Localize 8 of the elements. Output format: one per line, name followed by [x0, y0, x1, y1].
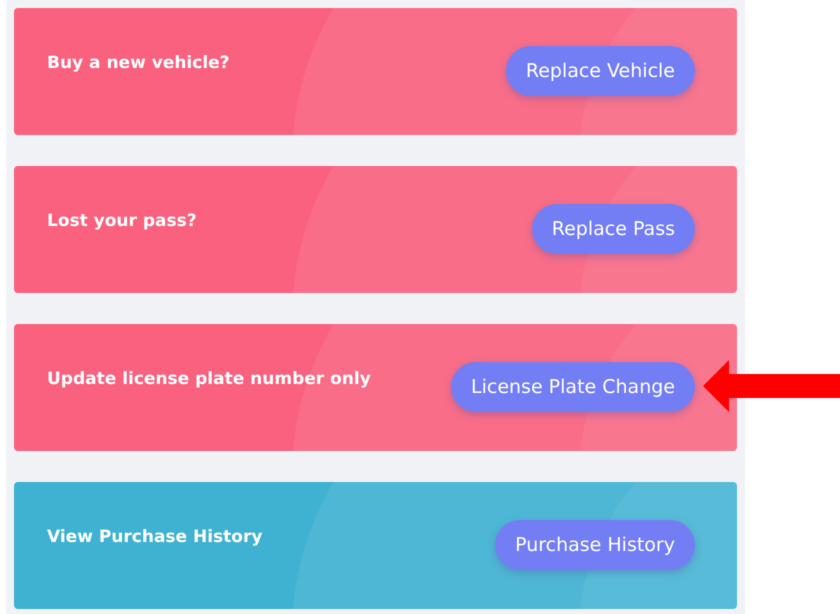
card-title: Buy a new vehicle?: [47, 53, 230, 73]
card-title: Update license plate number only: [47, 369, 371, 389]
card-title: View Purchase History: [47, 527, 262, 547]
action-button[interactable]: Purchase History: [495, 520, 695, 570]
action-button[interactable]: Replace Vehicle: [506, 46, 695, 96]
action-button[interactable]: Replace Pass: [532, 204, 695, 254]
card-title: Lost your pass?: [47, 211, 197, 231]
action-button[interactable]: License Plate Change: [451, 362, 695, 412]
